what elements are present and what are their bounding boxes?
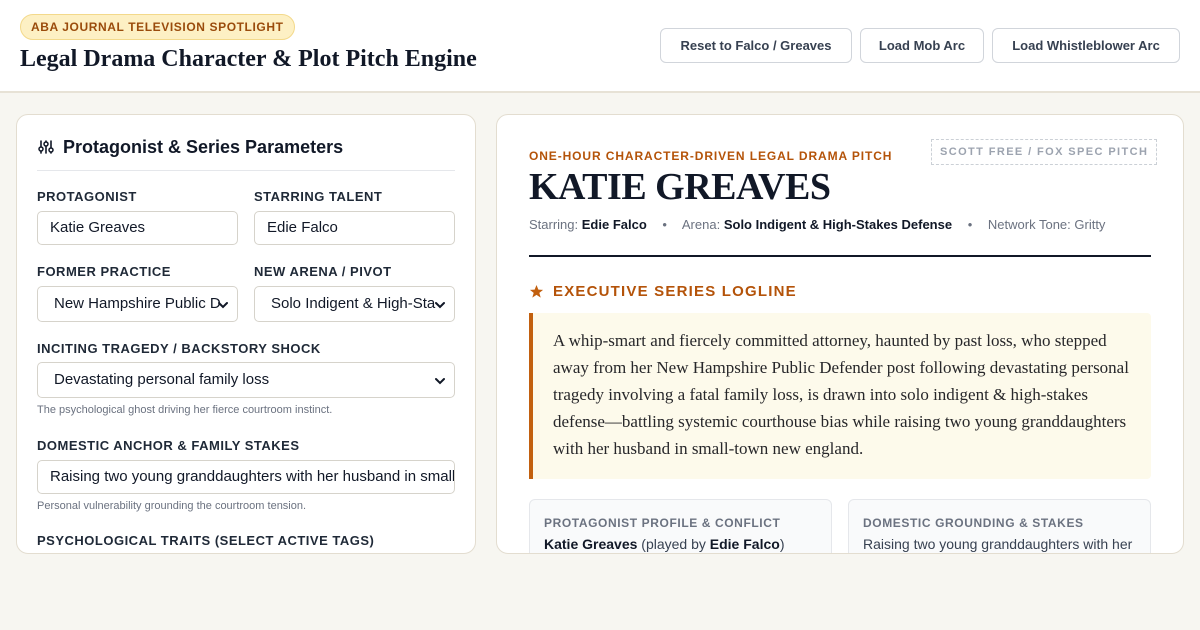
spotlight-badge: ABA JOURNAL TELEVISION SPOTLIGHT <box>20 14 295 40</box>
protagonist-label: PROTAGONIST <box>37 189 137 204</box>
domestic-card-body: Raising two young granddaughters with he… <box>863 536 1133 552</box>
domestic-input[interactable]: Raising two young granddaughters with he… <box>37 460 455 494</box>
former-practice-label: FORMER PRACTICE <box>37 264 171 279</box>
app-title: Legal Drama Character & Plot Pitch Engin… <box>20 46 477 72</box>
meta-separator: • <box>662 217 667 232</box>
profile-close: ) <box>779 536 785 552</box>
former-practice-value: New Hampshire Public D <box>54 295 221 312</box>
reset-button[interactable]: Reset to Falco / Greaves <box>660 28 852 63</box>
protagonist-profile-card: PROTAGONIST PROFILE & CONFLICT Katie Gre… <box>529 499 832 553</box>
star-icon <box>529 284 544 298</box>
sliders-icon <box>38 140 54 154</box>
chevron-down-icon <box>218 302 228 309</box>
new-arena-label: NEW ARENA / PIVOT <box>254 264 392 279</box>
tone-value: Network Tone: Gritty <box>987 217 1106 232</box>
character-name: KATIE GREAVES <box>529 166 831 208</box>
logline-title: EXECUTIVE SERIES LOGLINE <box>553 283 797 300</box>
logline-text: A whip-smart and fiercely committed atto… <box>529 313 1151 479</box>
top-header: ABA JOURNAL TELEVISION SPOTLIGHT Legal D… <box>0 0 1200 93</box>
spec-pitch-stamp: SCOTT FREE / FOX SPEC PITCH <box>931 139 1158 165</box>
load-whistleblower-arc-button[interactable]: Load Whistleblower Arc <box>992 28 1180 63</box>
new-arena-value: Solo Indigent & High-Sta <box>271 295 436 312</box>
domestic-grounding-card: DOMESTIC GROUNDING & STAKES Raising two … <box>848 499 1151 553</box>
tragedy-value: Devastating personal family loss <box>54 371 270 388</box>
domestic-label: DOMESTIC ANCHOR & FAMILY STAKES <box>37 438 300 453</box>
tragedy-help: The psychological ghost driving her fier… <box>37 404 333 416</box>
profile-talent: Edie Falco <box>709 536 780 552</box>
domestic-help: Personal vulnerability grounding the cou… <box>37 500 307 512</box>
chevron-down-icon <box>435 302 445 309</box>
pitch-kicker: ONE-HOUR CHARACTER-DRIVEN LEGAL DRAMA PI… <box>529 149 893 163</box>
traits-label: PSYCHOLOGICAL TRAITS (SELECT ACTIVE TAGS… <box>37 533 375 548</box>
starring-label: Starring: <box>529 217 579 232</box>
talent-input[interactable]: Edie Falco <box>254 211 455 245</box>
new-arena-select[interactable]: Solo Indigent & High-Sta <box>254 286 455 322</box>
panel-header: Protagonist & Series Parameters <box>37 137 455 171</box>
arena-label: Arena: <box>681 217 721 232</box>
talent-label: STARRING TALENT <box>254 189 383 204</box>
parameters-panel: Protagonist & Series Parameters PROTAGON… <box>16 114 476 554</box>
title-divider <box>529 255 1151 257</box>
chevron-down-icon <box>435 378 445 385</box>
profile-name: Katie Greaves <box>544 536 638 552</box>
starring-value: Edie Falco <box>581 217 647 232</box>
tragedy-label: INCITING TRAGEDY / BACKSTORY SHOCK <box>37 341 321 356</box>
protagonist-input[interactable]: Katie Greaves <box>37 211 238 245</box>
profile-played-by: (played by <box>641 536 706 552</box>
profile-card-body: Katie Greaves (played by Edie Falco) <box>544 536 817 552</box>
meta-separator: • <box>967 217 973 232</box>
load-mob-arc-button[interactable]: Load Mob Arc <box>860 28 984 63</box>
tragedy-select[interactable]: Devastating personal family loss <box>37 362 455 398</box>
arena-value: Solo Indigent & High-Stakes Defense <box>723 217 953 232</box>
panel-title: Protagonist & Series Parameters <box>63 137 344 157</box>
former-practice-select[interactable]: New Hampshire Public D <box>37 286 238 322</box>
profile-card-title: PROTAGONIST PROFILE & CONFLICT <box>544 516 781 530</box>
domestic-card-title: DOMESTIC GROUNDING & STAKES <box>863 516 1084 530</box>
pitch-meta: Starring: Edie Falco • Arena: Solo Indig… <box>529 217 1105 232</box>
pitch-preview-panel: ONE-HOUR CHARACTER-DRIVEN LEGAL DRAMA PI… <box>496 114 1184 554</box>
